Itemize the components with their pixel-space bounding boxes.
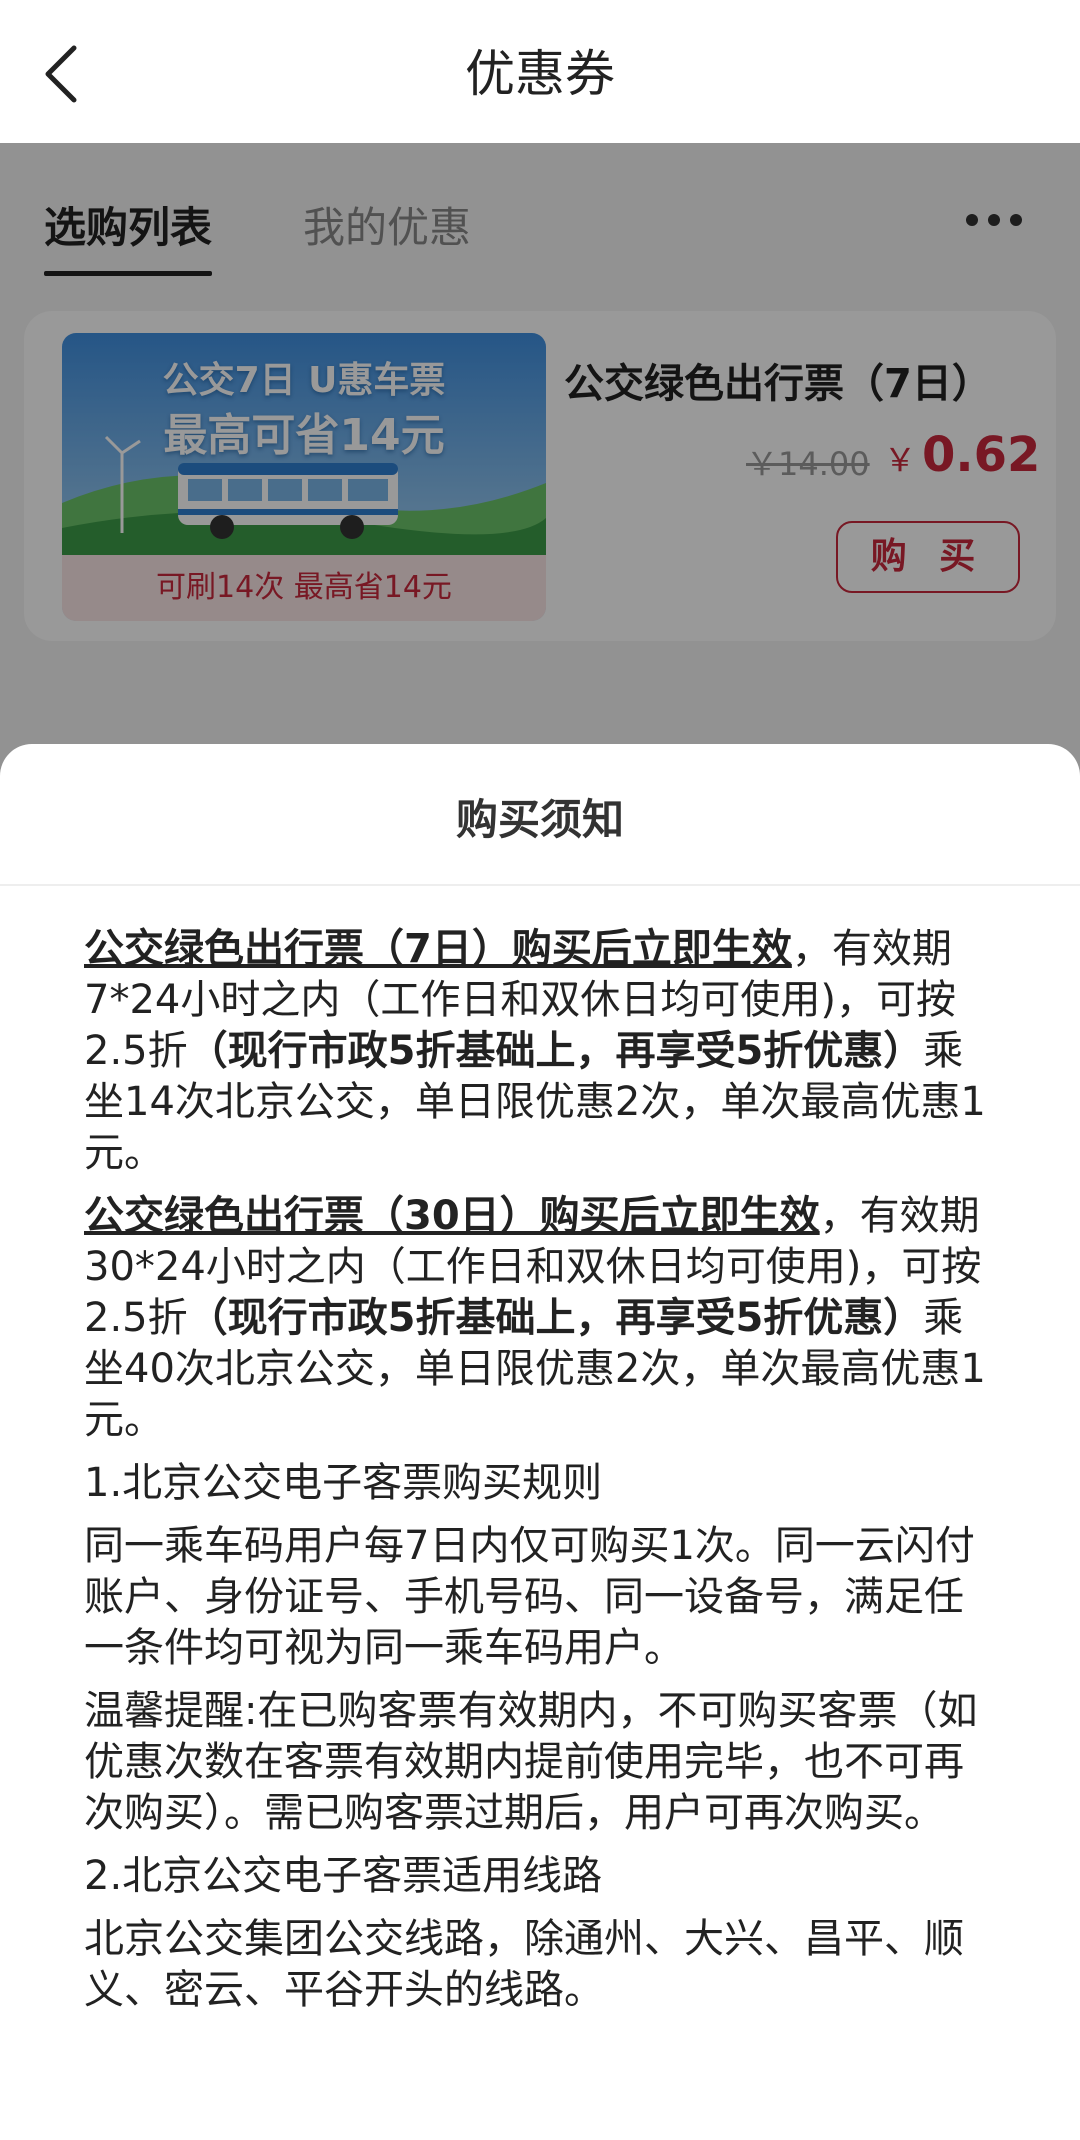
rules-paragraph: 同一乘车码用户每7日内仅可购买1次。同一云闪付账户、身份证号、手机号码、同一设备… xyxy=(84,1523,975,1671)
notice-7day-headline: 公交绿色出行票（7日）购买后立即生效 xyxy=(84,926,792,972)
notice-30day-bold: （现行市政5折基础上，再享受5折优惠） xyxy=(187,1295,924,1341)
rules-heading: 1.北京公交电子客票购买规则 xyxy=(84,1460,603,1506)
notice-7day-bold: （现行市政5折基础上，再享受5折优惠） xyxy=(187,1028,924,1074)
notice-30day-headline: 公交绿色出行票（30日）购买后立即生效 xyxy=(84,1193,820,1239)
app-header: 优惠券 xyxy=(0,0,1080,143)
divider xyxy=(0,884,1080,886)
routes-paragraph: 北京公交集团公交线路，除通州、大兴、昌平、顺义、密云、平谷开头的线路。 xyxy=(84,1916,964,2013)
purchase-notice-sheet: 购买须知 公交绿色出行票（7日）购买后立即生效，有效期7*24小时之内（工作日和… xyxy=(0,744,1080,2140)
routes-heading: 2.北京公交电子客票适用线路 xyxy=(84,1853,603,1899)
reminder-paragraph: 温馨提醒:在已购客票有效期内，不可购买客票（如优惠次数在客票有效期内提前使用完毕… xyxy=(84,1688,978,1836)
notice-paragraph-30day: 公交绿色出行票（30日）购买后立即生效，有效期30*24小时之内（工作日和双休日… xyxy=(84,1191,999,1446)
notice-content: 公交绿色出行票（7日）购买后立即生效，有效期7*24小时之内（工作日和双休日均可… xyxy=(84,924,999,2028)
page-title: 优惠券 xyxy=(465,45,615,103)
notice-paragraph-7day: 公交绿色出行票（7日）购买后立即生效，有效期7*24小时之内（工作日和双休日均可… xyxy=(84,924,999,1179)
sheet-title: 购买须知 xyxy=(455,795,624,844)
